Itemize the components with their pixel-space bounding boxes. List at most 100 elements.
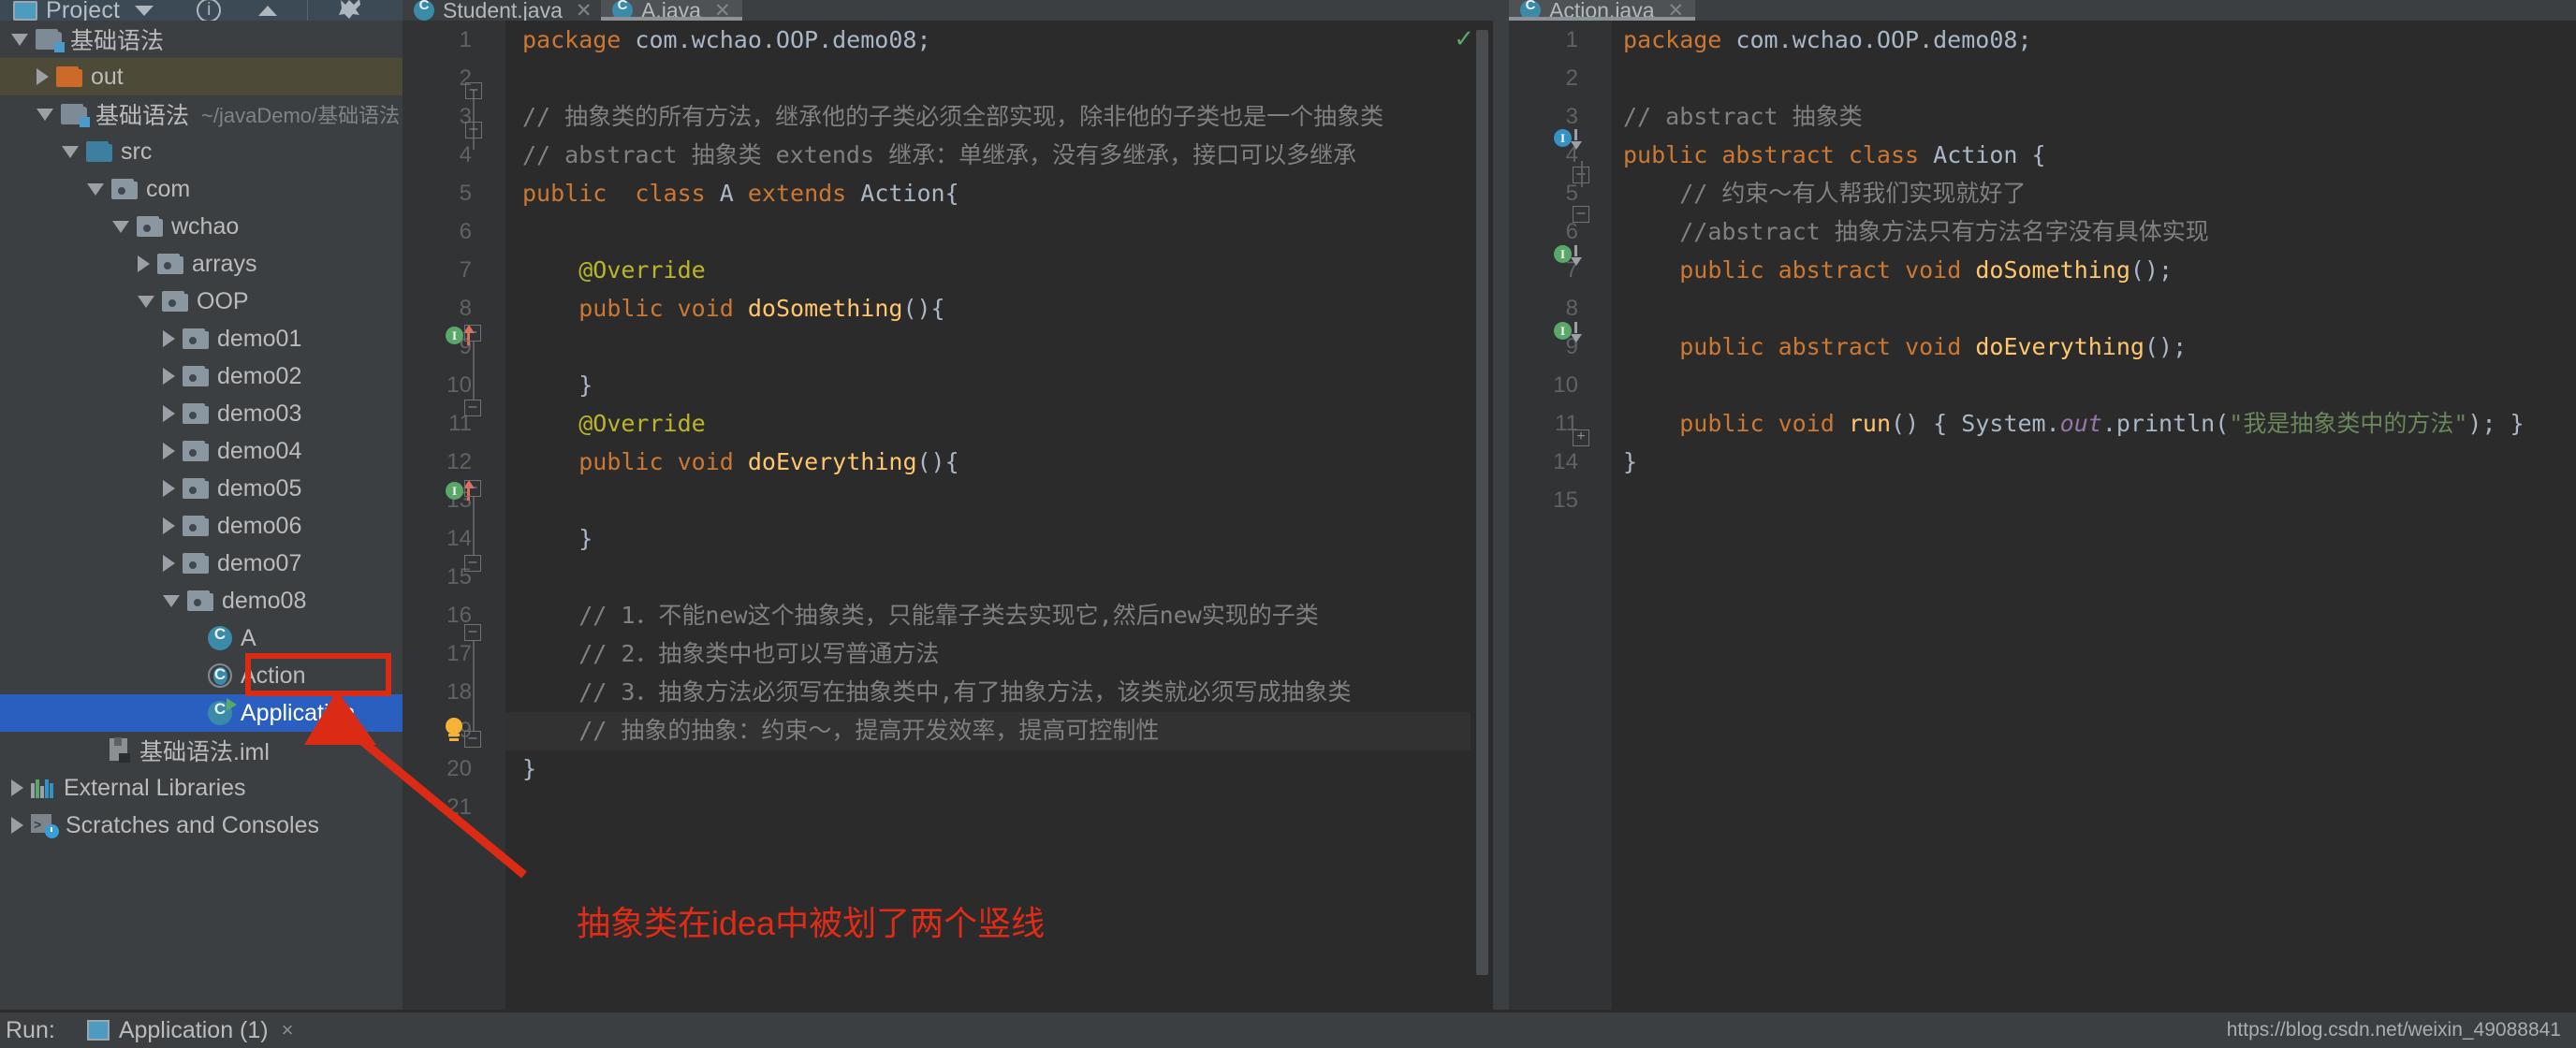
tree-item-Action[interactable]: Action bbox=[0, 657, 402, 694]
tree-item-.iml[interactable]: 基础语法.iml bbox=[0, 732, 402, 769]
chevron-right-icon[interactable] bbox=[11, 779, 23, 796]
close-icon[interactable]: ✕ bbox=[576, 0, 593, 22]
chevron-right-icon[interactable] bbox=[163, 368, 175, 385]
run-config-label[interactable]: Application (1) bbox=[119, 1017, 269, 1044]
code-line[interactable]: 13 bbox=[402, 481, 1471, 519]
close-icon[interactable]: × bbox=[282, 1018, 294, 1042]
code-line[interactable]: 7 @Override bbox=[402, 251, 1471, 289]
tree-item-demo02[interactable]: demo02 bbox=[0, 357, 402, 395]
fold-marker-icon[interactable]: – bbox=[464, 480, 481, 497]
chevron-right-icon[interactable] bbox=[163, 517, 175, 534]
chevron-down-icon[interactable] bbox=[138, 295, 154, 308]
code-line[interactable]: 1 package com.wchao.OOP.demo08; bbox=[1509, 21, 2576, 59]
scrollbar-thumb[interactable] bbox=[1476, 30, 1488, 975]
tree-item-demo06[interactable]: demo06 bbox=[0, 507, 402, 545]
fold-marker-icon[interactable]: – bbox=[464, 555, 481, 572]
tree-item-demo03[interactable]: demo03 bbox=[0, 395, 402, 432]
code-line[interactable]: 8 bbox=[1509, 289, 2576, 328]
editor-tab-action[interactable]: Action.java ✕ bbox=[1509, 0, 1696, 22]
fold-marker-icon[interactable]: – bbox=[464, 400, 481, 416]
override-method-marker[interactable]: I bbox=[446, 325, 475, 345]
implemented-marker-icon[interactable]: I bbox=[1554, 243, 1582, 266]
chevron-right-icon[interactable] bbox=[11, 817, 23, 834]
code-line[interactable]: 14} bbox=[1509, 443, 2576, 481]
code-line[interactable]: 1 package com.wchao.OOP.demo08; bbox=[402, 21, 1471, 59]
chevron-right-icon[interactable] bbox=[163, 555, 175, 572]
code-line[interactable]: 5 public class A extends Action{ bbox=[402, 174, 1471, 212]
code-line[interactable]: 12 public void doEverything(){ bbox=[402, 443, 1471, 481]
tree-item-demo01[interactable]: demo01 bbox=[0, 320, 402, 357]
code-line[interactable]: 15 bbox=[402, 558, 1471, 596]
fold-marker-icon[interactable]: – bbox=[465, 122, 482, 138]
chevron-down-icon[interactable] bbox=[112, 220, 129, 233]
code-line[interactable]: 3// abstract 抽象类 bbox=[1509, 97, 2576, 136]
code-line[interactable]: 16 // 1．不能new这个抽象类，只能靠子类去实现它,然后new实现的子类 bbox=[402, 596, 1471, 634]
code-line[interactable]: 5 // 约束～有人帮我们实现就好了 bbox=[1509, 174, 2576, 212]
code-line[interactable]: 6 bbox=[402, 212, 1471, 251]
editor-scrollbar-left[interactable] bbox=[1471, 21, 1493, 1012]
fold-marker-icon[interactable]: – bbox=[464, 624, 481, 641]
chevron-right-icon[interactable] bbox=[163, 330, 175, 347]
code-line[interactable]: 18 // 3．抽象方法必须写在抽象类中,有了抽象方法，该类就必须写成抽象类 bbox=[402, 673, 1471, 711]
code-line[interactable]: 4 public abstract class Action { bbox=[1509, 136, 2576, 174]
chevron-down-icon[interactable] bbox=[87, 182, 104, 196]
editor-pane-a[interactable]: 1 package com.wchao.OOP.demo08; 2 3 // 抽象类的所… bbox=[402, 21, 1493, 1012]
tree-item-[interactable]: 基础语法 ~/javaDemo/基础语法 bbox=[0, 95, 402, 133]
chevron-right-icon[interactable] bbox=[163, 480, 175, 497]
intention-bulb-icon[interactable] bbox=[444, 718, 464, 742]
code-line[interactable]: 10 } bbox=[402, 366, 1471, 404]
editor-split-divider[interactable] bbox=[1493, 21, 1509, 1012]
tree-item-com[interactable]: com bbox=[0, 170, 402, 208]
implemented-marker-icon[interactable]: I bbox=[1554, 320, 1582, 342]
fold-marker-icon[interactable]: – bbox=[464, 325, 481, 342]
chevron-right-icon[interactable] bbox=[37, 68, 49, 85]
code-line[interactable]: 2 bbox=[402, 59, 1471, 97]
tree-item-out[interactable]: out bbox=[0, 58, 402, 95]
chevron-down-icon[interactable] bbox=[11, 33, 28, 46]
tree-item-wchao[interactable]: wchao bbox=[0, 208, 402, 245]
code-line[interactable]: 3 // 抽象类的所有方法，继承他的子类必须全部实现，除非他的子类也是一个抽象类 bbox=[402, 97, 1471, 136]
code-line[interactable]: 19 // 抽象的抽象：约束～，提高开发效率，提高可控制性 bbox=[402, 711, 1471, 750]
tree-item-Application[interactable]: Application bbox=[0, 694, 402, 732]
code-line[interactable]: 4 // abstract 抽象类 extends 继承：单继承，没有多继承，接口… bbox=[402, 136, 1471, 174]
editor-tab-a[interactable]: A.java ✕ bbox=[601, 0, 742, 22]
chevron-down-icon[interactable] bbox=[163, 594, 180, 607]
chevron-up-icon[interactable] bbox=[258, 5, 278, 16]
code-line[interactable]: 14 } bbox=[402, 519, 1471, 558]
chevron-right-icon[interactable] bbox=[163, 405, 175, 422]
tree-item-src[interactable]: src bbox=[0, 133, 402, 170]
tree-item-demo08[interactable]: demo08 bbox=[0, 582, 402, 619]
fold-marker-icon[interactable]: – bbox=[464, 731, 481, 748]
tree-item-demo04[interactable]: demo04 bbox=[0, 432, 402, 470]
fold-expand-icon[interactable]: + bbox=[1573, 429, 1589, 446]
code-line[interactable]: 7 public abstract void doSomething(); bbox=[1509, 251, 2576, 289]
chevron-down-icon[interactable] bbox=[37, 108, 53, 121]
code-line[interactable]: 2 bbox=[1509, 59, 2576, 97]
code-line[interactable]: 17 // 2．抽象类中也可以写普通方法 bbox=[402, 634, 1471, 673]
code-line[interactable]: 8 public void doSomething(){ bbox=[402, 289, 1471, 328]
implemented-marker-icon[interactable]: I bbox=[1554, 127, 1582, 150]
code-line[interactable]: 11 @Override bbox=[402, 404, 1471, 443]
chevron-right-icon[interactable] bbox=[138, 255, 150, 272]
code-line[interactable]: 15 bbox=[1509, 481, 2576, 519]
gear-icon[interactable] bbox=[336, 0, 364, 21]
code-line[interactable]: 6 //abstract 抽象方法只有方法名字没有具体实现 bbox=[1509, 212, 2576, 251]
tree-item-OOP[interactable]: OOP bbox=[0, 283, 402, 320]
help-circle-icon[interactable]: i bbox=[197, 0, 222, 21]
override-method-marker[interactable]: I bbox=[446, 480, 475, 501]
chevron-down-icon[interactable] bbox=[135, 5, 154, 16]
project-tree[interactable]: 基础语法 out 基础语法 ~/javaDemo/基础语法 src com wchao arr… bbox=[0, 21, 402, 1012]
code-line[interactable]: 21 bbox=[402, 788, 1471, 826]
tree-item-arrays[interactable]: arrays bbox=[0, 245, 402, 283]
chevron-down-icon[interactable] bbox=[62, 145, 79, 158]
code-line[interactable]: 9 public abstract void doEverything(); bbox=[1509, 328, 2576, 366]
tree-item-demo07[interactable]: demo07 bbox=[0, 545, 402, 582]
tree-item-demo05[interactable]: demo05 bbox=[0, 470, 402, 507]
tree-item-A[interactable]: A bbox=[0, 619, 402, 657]
fold-marker-icon[interactable]: – bbox=[465, 82, 482, 99]
code-line[interactable]: 9 bbox=[402, 328, 1471, 366]
code-line[interactable]: 11 public void run() { System.out.printl… bbox=[1509, 404, 2576, 443]
tree-item-ExternalLibraries[interactable]: External Libraries bbox=[0, 769, 402, 807]
fold-marker-icon[interactable]: – bbox=[1573, 206, 1589, 223]
editor-pane-action[interactable]: 1 package com.wchao.OOP.demo08; 2 3// abstr… bbox=[1509, 21, 2576, 1012]
